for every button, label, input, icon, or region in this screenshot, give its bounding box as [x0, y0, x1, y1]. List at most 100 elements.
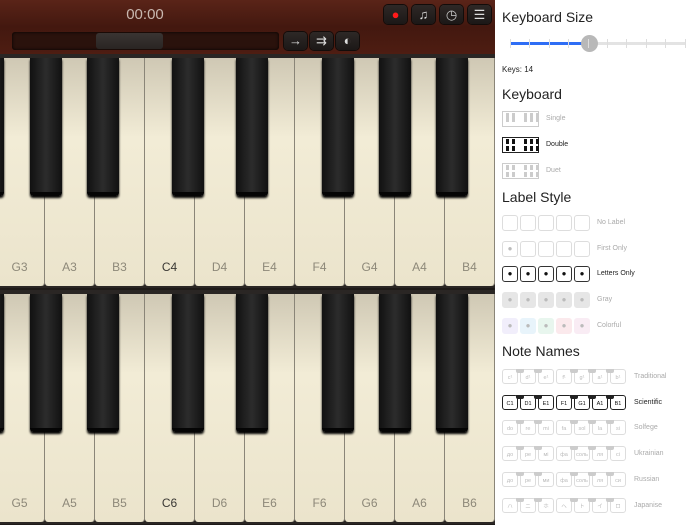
double-arrow-icon: ⇉ — [316, 33, 327, 48]
black-key[interactable] — [30, 294, 62, 432]
note-names-label: Solfege — [634, 424, 658, 432]
black-key[interactable] — [379, 294, 411, 432]
keyboard-option-duet[interactable] — [502, 163, 539, 179]
key-label: B5 — [112, 496, 127, 510]
key-label: B4 — [462, 260, 477, 274]
note-names-label: Japanise — [634, 501, 663, 509]
label-sample-box: ● — [502, 266, 518, 283]
split-button[interactable]: ◐ — [336, 32, 359, 50]
label-sample-box — [520, 240, 536, 257]
mini-key-icon — [524, 113, 527, 122]
black-key[interactable] — [236, 58, 268, 196]
track-thumb[interactable] — [96, 33, 163, 49]
piano-area: 00:00 ● ♫ ◷ ☰ → ⇉ ◐ G3 A3 B3 C4 D4 E4 F4 G4 A4 B4 G5 A5 B… — [0, 0, 495, 525]
menu-icon: ☰ — [473, 7, 486, 22]
slider-tick — [568, 39, 570, 48]
label-sample-box: ● — [502, 317, 518, 334]
music-button[interactable]: ♫ — [412, 5, 435, 24]
black-key[interactable] — [172, 294, 204, 432]
label-style-label: Gray — [597, 296, 613, 304]
key-label: G6 — [361, 496, 378, 510]
key-label: A6 — [412, 496, 427, 510]
note-name-black-key — [534, 394, 542, 399]
mini-key-icon — [536, 172, 539, 177]
music-note-icon: ♫ — [418, 7, 429, 22]
mini-key-icon — [524, 165, 527, 170]
label-style-label: Colorful — [597, 321, 622, 329]
note-name-black-key — [606, 420, 614, 425]
split-icon: ◐ — [343, 33, 352, 48]
note-name-black-key — [606, 446, 614, 451]
black-key[interactable] — [30, 58, 62, 196]
mini-key-icon — [536, 165, 539, 170]
menu-button[interactable]: ☰ — [468, 5, 491, 24]
label-style-label: Letters Only — [597, 270, 635, 278]
black-key[interactable] — [379, 58, 411, 196]
timer: 00:00 — [126, 6, 164, 23]
note-name-black-key — [534, 497, 542, 502]
note-name-black-key — [516, 394, 524, 399]
key-label: D4 — [211, 260, 228, 274]
keyboard-option-single[interactable] — [502, 111, 539, 127]
note-name-black-key — [606, 394, 614, 399]
note-name-black-key — [516, 497, 524, 502]
black-key[interactable] — [172, 58, 204, 196]
record-button[interactable]: ● — [384, 5, 407, 24]
note-name-black-key — [606, 471, 614, 476]
slider-tick — [684, 39, 686, 48]
keys-count: Keys: 14 — [502, 65, 534, 74]
slider-tick — [587, 39, 589, 48]
label-sample-box: ● — [538, 317, 554, 334]
black-key[interactable] — [322, 294, 354, 432]
key-label: B3 — [112, 260, 127, 274]
song-track-bar[interactable] — [12, 32, 279, 50]
black-key[interactable] — [436, 58, 468, 196]
slider-tick — [548, 39, 550, 48]
mini-key-icon — [530, 165, 533, 170]
slider-thumb[interactable] — [580, 35, 598, 52]
fast-forward-button[interactable]: ⇉ — [310, 32, 333, 50]
label-sample-box: ● — [520, 292, 536, 309]
label-sample-box: ● — [574, 317, 590, 334]
black-key[interactable] — [236, 294, 268, 432]
note-name-black-key — [570, 471, 578, 476]
label-sample-box: ● — [538, 292, 554, 309]
black-key[interactable] — [87, 58, 119, 196]
note-names-label: Russian — [634, 475, 660, 483]
black-key[interactable] — [87, 294, 119, 432]
key-label: G4 — [361, 260, 378, 274]
note-name-black-key — [588, 471, 596, 476]
label-sample-box — [502, 215, 518, 231]
mini-key-icon — [536, 113, 539, 122]
label-sample-box: ● — [574, 292, 590, 309]
mini-key-icon — [524, 139, 527, 144]
label-style-label: First Only — [597, 244, 627, 252]
label-sample-box — [574, 240, 590, 257]
key-label: F4 — [312, 260, 327, 274]
black-key[interactable] — [436, 294, 468, 432]
slider-tick — [626, 39, 628, 48]
note-name-black-key — [516, 369, 524, 373]
metronome-button[interactable]: ◷ — [440, 5, 463, 24]
note-name-black-key — [534, 471, 542, 476]
keyboard-option-double[interactable] — [502, 137, 539, 153]
keyboard-size-title: Keyboard Size — [502, 9, 594, 25]
note-name-black-key — [534, 446, 542, 451]
label-sample-box: ● — [556, 292, 572, 309]
note-name-black-key — [570, 394, 578, 399]
note-name-black-key — [516, 471, 524, 476]
mini-key-icon — [506, 113, 509, 122]
step-forward-button[interactable]: → — [284, 32, 307, 50]
mini-key-icon — [512, 139, 515, 144]
note-name-black-key — [588, 497, 596, 502]
keyboard-size-slider[interactable] — [510, 35, 686, 52]
black-key[interactable] — [322, 58, 354, 196]
label-sample-box: ● — [520, 266, 536, 283]
slider-tick — [529, 39, 531, 48]
label-sample-box: ● — [574, 266, 590, 283]
key-label: G5 — [11, 496, 28, 510]
black-key[interactable] — [0, 294, 4, 432]
black-key[interactable] — [0, 58, 4, 196]
key-label: C6 — [161, 496, 178, 510]
key-label: D6 — [211, 496, 228, 510]
